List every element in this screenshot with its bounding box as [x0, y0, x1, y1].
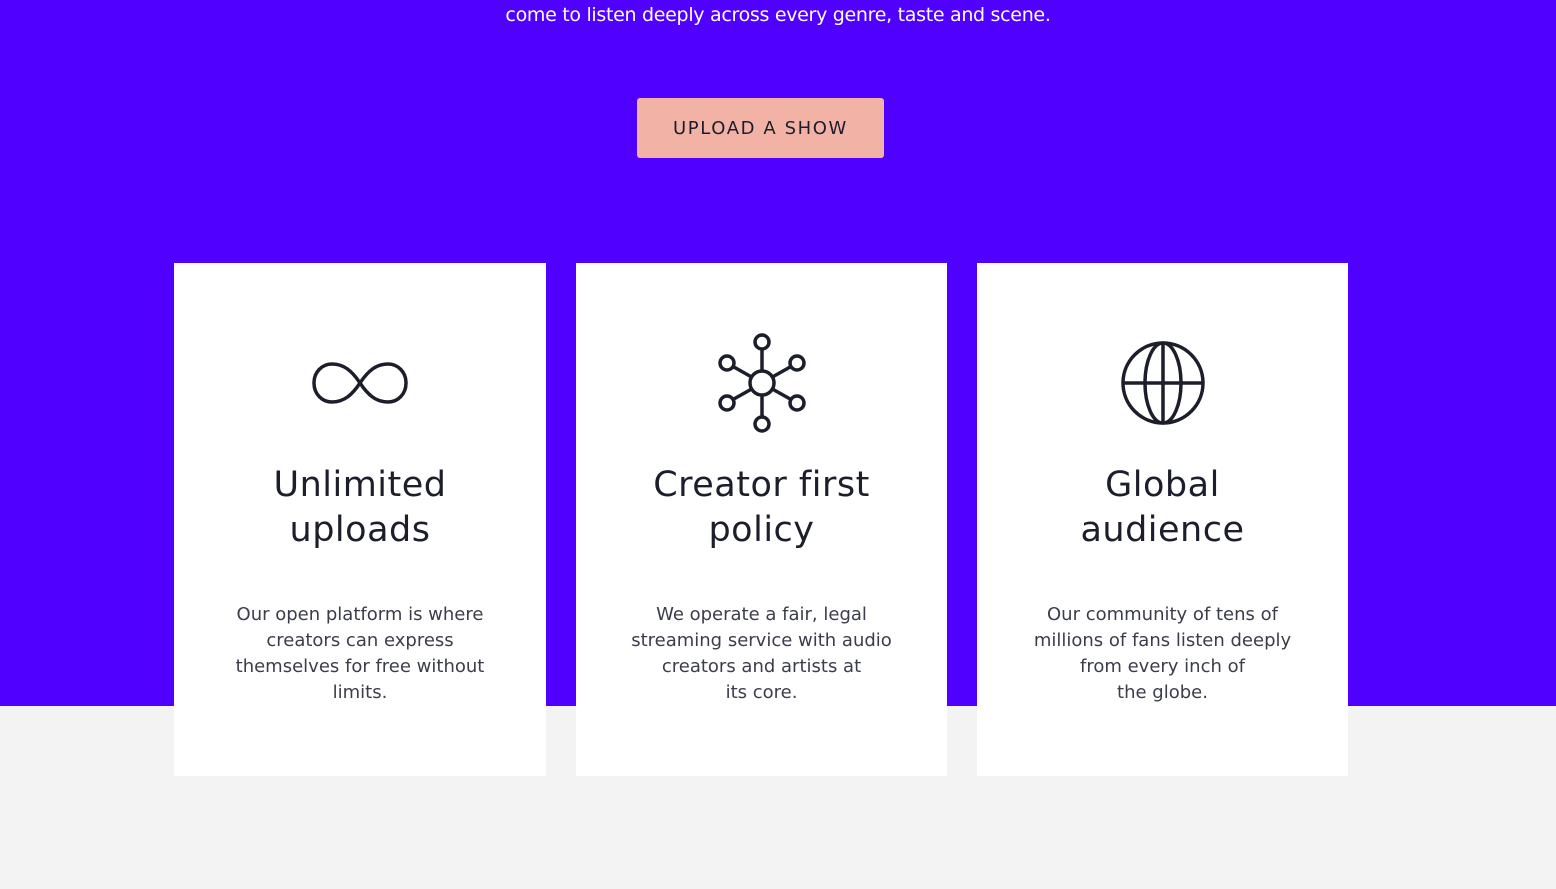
- feature-title: Unlimited uploads: [273, 465, 447, 550]
- feature-description: Our community of tens of millions of fan…: [1033, 604, 1292, 703]
- hero-tagline: come to listen deeply across every genre…: [505, 4, 1051, 26]
- upload-show-button[interactable]: UPLOAD A SHOW: [637, 98, 884, 158]
- infinity-icon: [174, 331, 546, 435]
- feature-description: We operate a fair, legal streaming servi…: [631, 604, 892, 703]
- feature-card-creator-first-policy: Creator first policy We operate a fair, …: [576, 263, 947, 776]
- network-icon: [576, 331, 947, 435]
- globe-icon: [977, 331, 1348, 435]
- feature-title: Creator first policy: [653, 465, 870, 550]
- feature-card-global-audience: Global audience Our community of tens of…: [977, 263, 1348, 776]
- feature-description: Our open platform is where creators can …: [235, 604, 485, 703]
- feature-card-unlimited-uploads: Unlimited uploads Our open platform is w…: [174, 263, 546, 776]
- feature-title: Global audience: [1080, 465, 1245, 550]
